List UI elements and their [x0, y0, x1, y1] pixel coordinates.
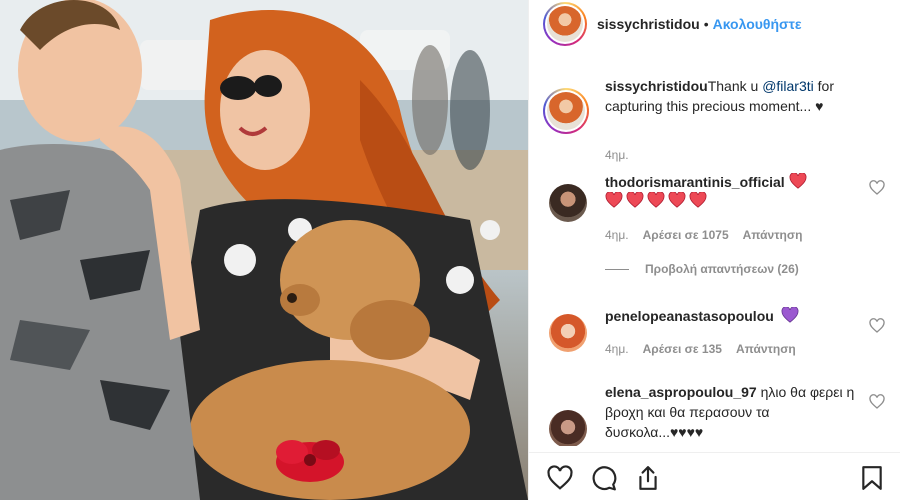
- reply-button[interactable]: Απάντηση: [736, 342, 796, 356]
- comment-time[interactable]: 4ημ.: [605, 228, 629, 242]
- comment-username[interactable]: thodorismarantinis_official: [605, 174, 785, 190]
- comment-likes[interactable]: Αρέσει σε 135: [643, 342, 722, 356]
- like-comment-heart-icon[interactable]: [869, 318, 885, 334]
- heart-emoji-icon: [626, 191, 644, 208]
- post-sidebar: sissychristidou • Ακολουθήστε sissychris…: [528, 0, 900, 500]
- caption-text-before: Thank u: [707, 78, 763, 94]
- author-avatar[interactable]: [543, 2, 587, 46]
- comment-avatar[interactable]: [549, 410, 587, 446]
- comment-item: thodorismarantinis_official 4ημ. Αρέσει …: [543, 172, 893, 262]
- comment-avatar[interactable]: [549, 184, 587, 222]
- heart-emoji-icon: [789, 172, 807, 189]
- heart-emoji-icon: [605, 191, 623, 208]
- comment-username[interactable]: penelopeanastasopoulou: [605, 308, 774, 324]
- caption-time[interactable]: 4ημ.: [605, 148, 629, 162]
- header-separator: •: [703, 16, 709, 32]
- comments-list[interactable]: sissychristidouThank u @filar3ti for cap…: [529, 62, 900, 446]
- post-photo-illustration: [0, 0, 528, 500]
- caption-avatar[interactable]: [543, 88, 589, 134]
- post-action-bar: [529, 452, 900, 500]
- caption-meta: 4ημ.: [605, 148, 629, 162]
- author-username[interactable]: sissychristidou: [597, 16, 700, 32]
- comment-text: elena_aspropoulou_97 ηλιο θα φερει η βρο…: [605, 382, 865, 442]
- caption-text: sissychristidouThank u @filar3ti for cap…: [605, 76, 865, 116]
- comment-username[interactable]: elena_aspropoulou_97: [605, 384, 757, 400]
- share-icon[interactable]: [635, 465, 661, 491]
- comment-avatar[interactable]: [549, 314, 587, 352]
- heart-emoji-icon: [647, 191, 665, 208]
- purple-heart-emoji-icon: [781, 306, 799, 323]
- comment-time[interactable]: 4ημ.: [605, 342, 629, 356]
- like-comment-heart-icon[interactable]: [869, 180, 885, 196]
- comment-text: thodorismarantinis_official: [605, 172, 865, 213]
- caption-username[interactable]: sissychristidou: [605, 78, 708, 94]
- post-header: sissychristidou • Ακολουθήστε: [529, 0, 900, 48]
- comment-likes[interactable]: Αρέσει σε 1075: [643, 228, 729, 242]
- view-replies-label: Προβολή απαντήσεων (26): [645, 262, 799, 276]
- comment-icon[interactable]: [591, 465, 617, 491]
- comment-meta: 4ημ. Αρέσει σε 1075 Απάντηση: [605, 228, 802, 242]
- comment-meta: 4ημ. Αρέσει σε 135 Απάντηση: [605, 342, 796, 356]
- comment-item: elena_aspropoulou_97 ηλιο θα φερει η βρο…: [543, 382, 893, 446]
- follow-button[interactable]: Ακολουθήστε: [713, 16, 802, 32]
- heart-icon[interactable]: [547, 465, 573, 491]
- like-comment-heart-icon[interactable]: [869, 394, 885, 410]
- comment-item: penelopeanastasopoulou 4ημ. Αρέσει σε 13…: [543, 306, 893, 376]
- comment-text: penelopeanastasopoulou: [605, 306, 865, 326]
- post-photo[interactable]: [0, 0, 528, 500]
- replies-divider: [605, 268, 629, 270]
- heart-emoji-icon: [689, 191, 707, 208]
- view-replies-button[interactable]: Προβολή απαντήσεων (26): [605, 262, 799, 276]
- bookmark-icon[interactable]: [859, 465, 885, 491]
- heart-emoji-icon: [668, 191, 686, 208]
- caption-mention[interactable]: @filar3ti: [762, 78, 814, 94]
- reply-button[interactable]: Απάντηση: [743, 228, 803, 242]
- caption: sissychristidouThank u @filar3ti for cap…: [543, 76, 893, 162]
